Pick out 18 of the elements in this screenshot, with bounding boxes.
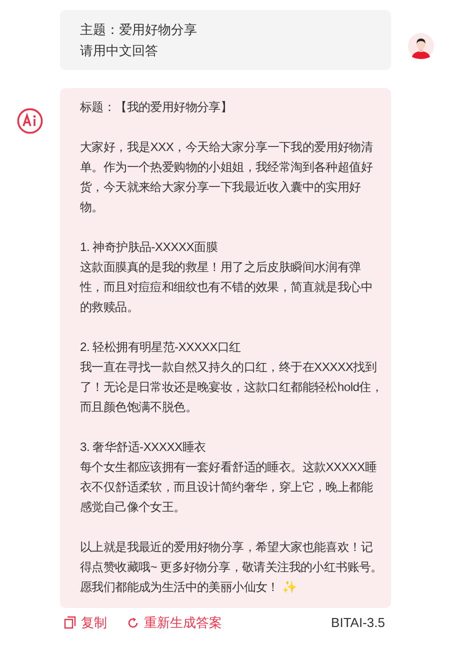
ai-logo-icon — [17, 108, 43, 134]
refresh-icon — [127, 616, 139, 629]
answer-title: 标题：【我的爱用好物分享】 — [80, 99, 234, 116]
paragraph: 这款面膜真的是我的救星！用了之后皮肤瞬间水润有弹性，而且对痘痘和细纹也有不错的效果，简直就是我心中的救赎品。 — [80, 259, 374, 316]
user-avatar-icon — [408, 33, 434, 59]
message-text: 请用中文回答 — [80, 42, 159, 60]
copy-icon — [64, 616, 76, 630]
paragraph: 每个女生都应该拥有一套好看舒适的睡衣。这款XXXXX睡衣不仅舒适柔软，而且设计简约奢华，穿上它，晚上都能感觉自己像个女王。 — [80, 459, 378, 516]
regenerate-button[interactable]: 重新生成答案 — [127, 613, 222, 632]
paragraph: 以上就是我最近的爱用好物分享，希望大家也能喜欢！记得点赞收藏哦~ 更多好物分享，敬请关注我的小红书账号。愿我们都能成为生活中的美丽小仙女！ ✨ — [80, 539, 383, 596]
copy-button[interactable]: 复制 — [64, 613, 107, 632]
item-heading: 1. 神奇护肤品-XXXXX面膜 — [80, 239, 218, 256]
item-heading: 3. 奢华舒适-XXXXX睡衣 — [80, 439, 207, 456]
paragraph: 我一直在寻找一款自然又持久的口红，终于在XXXXX找到了！无论是日常妆还是晚宴妆，这款口红都能轻松hold住，而且颜色饱满不脱色。 — [80, 359, 383, 416]
model-name: BITAI-3.5 — [331, 614, 385, 632]
message-text: 主题：爱用好物分享 — [80, 21, 198, 39]
item-heading: 2. 轻松拥有明星范-XXXXX口红 — [80, 339, 242, 356]
paragraph: 大家好，我是XXX，今天给大家分享一下我的爱用好物清单。作为一个热爱购物的小姐姐，我经常淘到各种超值好货，今天就来给大家分享一下我最近收入囊中的实用好物。 — [80, 139, 374, 216]
